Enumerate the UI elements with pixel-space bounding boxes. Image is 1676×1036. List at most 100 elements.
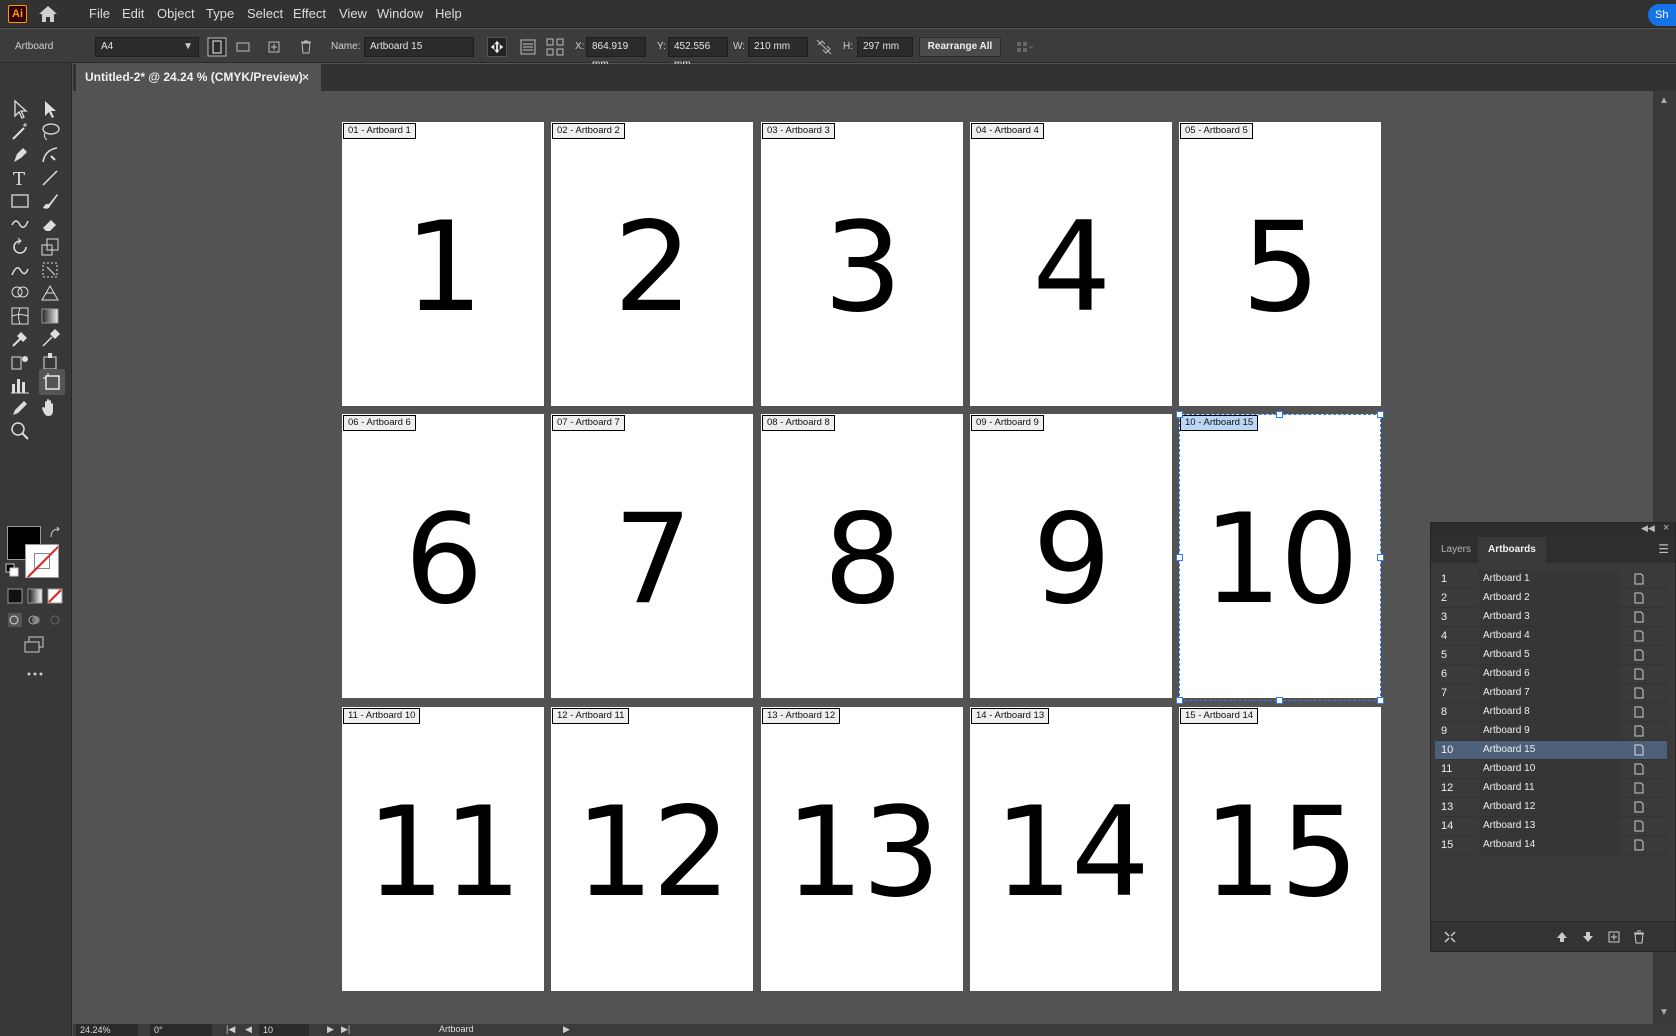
hand-tool-icon[interactable]: [39, 397, 61, 419]
resize-handle-right[interactable]: [1377, 554, 1384, 561]
artboard-14[interactable]: 14: [970, 707, 1172, 991]
artboard-label[interactable]: 09 - Artboard 9: [971, 415, 1044, 431]
artboard-options-icon[interactable]: [1633, 573, 1645, 585]
resize-handle-bottom[interactable]: [1276, 697, 1283, 704]
paintbrush-tool-icon[interactable]: [39, 190, 61, 212]
free-transform-tool-icon[interactable]: [39, 259, 61, 281]
type-tool-icon[interactable]: T: [9, 167, 31, 189]
resize-handle-top-left[interactable]: [1176, 411, 1183, 418]
list-item[interactable]: 5 Artboard 5: [1435, 646, 1667, 665]
artboard-9[interactable]: 9: [970, 414, 1172, 698]
move-up-icon[interactable]: [1555, 930, 1569, 944]
row-name[interactable]: Artboard 6: [1479, 665, 1619, 683]
artboard-options-icon[interactable]: [1633, 839, 1645, 851]
scroll-up-icon[interactable]: ▲: [1659, 95, 1669, 106]
artboard-6[interactable]: 6: [342, 414, 544, 698]
list-item[interactable]: 12 Artboard 11: [1435, 779, 1667, 798]
list-item[interactable]: 6 Artboard 6: [1435, 665, 1667, 684]
artboard-8[interactable]: 8: [761, 414, 963, 698]
menu-select[interactable]: Select: [247, 6, 283, 21]
perspective-grid-tool-icon[interactable]: [39, 282, 61, 304]
artboard-12[interactable]: 12: [551, 707, 753, 991]
artboard-options-icon[interactable]: [1633, 630, 1645, 642]
artboard-options-icon[interactable]: [1633, 782, 1645, 794]
artboard-options-icon[interactable]: [518, 37, 538, 57]
artboard-options-icon[interactable]: [1633, 763, 1645, 775]
rotate-tool-icon[interactable]: [9, 236, 31, 258]
blend-tool-icon[interactable]: [9, 328, 31, 350]
list-item[interactable]: 9 Artboard 9: [1435, 722, 1667, 741]
artboard-11[interactable]: 11: [342, 707, 544, 991]
menu-window[interactable]: Window: [377, 6, 423, 21]
list-item[interactable]: 2 Artboard 2: [1435, 589, 1667, 608]
move-down-icon[interactable]: [1581, 930, 1595, 944]
artboard-label[interactable]: 15 - Artboard 14: [1180, 708, 1259, 724]
menu-edit[interactable]: Edit: [122, 6, 144, 21]
row-name[interactable]: Artboard 2: [1479, 589, 1619, 607]
artboard-label[interactable]: 05 - Artboard 5: [1180, 123, 1253, 139]
artboard-options-icon[interactable]: [1633, 687, 1645, 699]
menu-view[interactable]: View: [339, 6, 367, 21]
draw-inside-icon[interactable]: [47, 612, 63, 628]
artboard-13[interactable]: 13: [761, 707, 963, 991]
canvas[interactable]: 1 2 3 4 5 6 7 8 9 10 11 12 13 14 15 01 -…: [73, 91, 1653, 1024]
column-graph-tool-icon[interactable]: [9, 374, 31, 396]
shape-builder-tool-icon[interactable]: [9, 282, 31, 304]
row-name[interactable]: Artboard 4: [1479, 627, 1619, 645]
artboard-5[interactable]: 5: [1179, 122, 1381, 406]
artboard-tool-icon[interactable]: [39, 369, 65, 395]
last-artboard-icon[interactable]: ▶|: [341, 1024, 350, 1035]
line-tool-icon[interactable]: [39, 167, 61, 189]
pencil-tool-icon[interactable]: [9, 397, 31, 419]
close-icon[interactable]: ×: [302, 64, 309, 91]
lasso-tool-icon[interactable]: [39, 121, 61, 143]
portrait-orientation-icon[interactable]: [207, 37, 227, 57]
draw-normal-icon[interactable]: [7, 612, 23, 628]
scroll-down-icon[interactable]: ▼: [1659, 1007, 1669, 1018]
artboard-label[interactable]: 07 - Artboard 7: [552, 415, 625, 431]
color-mode-icon[interactable]: [7, 588, 23, 604]
edit-toolbar-icon[interactable]: [25, 669, 45, 679]
list-item[interactable]: 4 Artboard 4: [1435, 627, 1667, 646]
more-options-icon[interactable]: [1015, 37, 1035, 57]
menu-file[interactable]: File: [89, 6, 110, 21]
row-name[interactable]: Artboard 11: [1479, 779, 1619, 797]
close-panel-icon[interactable]: ×: [1663, 522, 1669, 534]
width-field[interactable]: 210 mm: [748, 37, 808, 57]
rearrange-icon[interactable]: [1443, 930, 1457, 944]
list-item[interactable]: 7 Artboard 7: [1435, 684, 1667, 703]
scale-tool-icon[interactable]: [39, 236, 61, 258]
first-artboard-icon[interactable]: |◀: [226, 1024, 235, 1035]
list-item[interactable]: 1 Artboard 1: [1435, 570, 1667, 589]
landscape-orientation-icon[interactable]: [233, 37, 253, 57]
preset-dropdown[interactable]: A4 ▼: [95, 37, 199, 57]
pen-tool-icon[interactable]: [9, 144, 31, 166]
artboard-name-field[interactable]: Artboard 15: [364, 37, 474, 57]
artboard-navigation-field[interactable]: 10: [259, 1024, 309, 1036]
default-fill-stroke-icon[interactable]: [5, 563, 19, 577]
artboard-options-icon[interactable]: [1633, 668, 1645, 680]
row-name[interactable]: Artboard 1: [1479, 570, 1619, 588]
row-name[interactable]: Artboard 8: [1479, 703, 1619, 721]
move-with-artboard-icon[interactable]: [487, 37, 507, 57]
tab-layers[interactable]: Layers: [1431, 537, 1481, 563]
share-button[interactable]: Sh: [1648, 4, 1676, 26]
rotation-field[interactable]: 0°: [150, 1024, 212, 1036]
resize-handle-bottom-left[interactable]: [1176, 697, 1183, 704]
artboard-options-icon[interactable]: [1633, 649, 1645, 661]
list-item-selected[interactable]: 10 Artboard 15: [1435, 741, 1667, 760]
collapse-panel-icon[interactable]: ◀◀: [1641, 523, 1655, 534]
curvature-tool-icon[interactable]: [39, 144, 61, 166]
trash-icon[interactable]: [1632, 930, 1646, 944]
artboard-options-icon[interactable]: [1633, 611, 1645, 623]
artboard-options-icon[interactable]: [1633, 801, 1645, 813]
row-name[interactable]: Artboard 3: [1479, 608, 1619, 626]
new-artboard-icon[interactable]: [264, 37, 284, 57]
next-artboard-icon[interactable]: ▶: [327, 1024, 334, 1035]
artboard-label[interactable]: 13 - Artboard 12: [762, 708, 841, 724]
artboard-label[interactable]: 02 - Artboard 2: [552, 123, 625, 139]
artboard-label[interactable]: 14 - Artboard 13: [971, 708, 1050, 724]
menu-type[interactable]: Type: [206, 6, 234, 21]
artboard-2[interactable]: 2: [551, 122, 753, 406]
none-mode-icon[interactable]: [47, 588, 63, 604]
